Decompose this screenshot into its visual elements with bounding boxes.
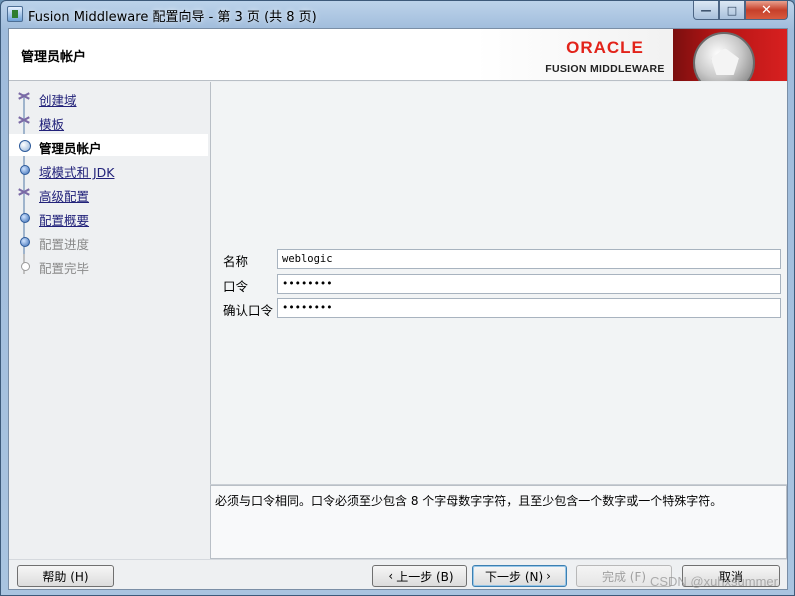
next-button[interactable]: 下一步 (N) › xyxy=(472,565,567,587)
confirm-password-row: 确认口令 xyxy=(219,298,784,318)
page-title: 管理员帐户 xyxy=(21,50,87,65)
oracle-wordmark: ORACLE xyxy=(566,38,644,57)
password-label: 口令 xyxy=(223,279,249,294)
name-label: 名称 xyxy=(223,254,249,269)
name-row: 名称 xyxy=(219,249,784,269)
step-dot-icon xyxy=(18,211,30,223)
step-config-progress: 配置进度 xyxy=(9,230,208,252)
header-band: 管理员帐户 ORACLE FUSION MIDDLEWARE xyxy=(9,29,787,81)
chevron-right-icon: › xyxy=(546,569,551,583)
app-icon xyxy=(7,6,23,22)
next-button-label: 下一步 (N) xyxy=(485,569,544,584)
step-templates[interactable]: 模板 xyxy=(9,110,208,132)
step-done-icon xyxy=(18,115,30,127)
step-label: 配置完毕 xyxy=(39,261,90,276)
step-dot-icon xyxy=(18,235,30,247)
step-current-icon xyxy=(18,139,31,152)
password-input[interactable] xyxy=(277,274,781,294)
step-config-summary[interactable]: 配置概要 xyxy=(9,206,208,228)
oracle-logo: ORACLE FUSION MIDDLEWARE xyxy=(540,38,670,76)
password-row: 口令 xyxy=(219,274,784,294)
step-label: 管理员帐户 xyxy=(39,141,102,156)
name-input[interactable] xyxy=(277,249,781,269)
window-controls: — □ ✕ xyxy=(693,1,788,20)
chevron-left-icon: ‹ xyxy=(388,569,394,583)
step-label: 配置概要 xyxy=(39,213,90,228)
message-panel: 必须与口令相同。口令必须至少包含 8 个字母数字字符，且至少包含一个数字或一个特… xyxy=(210,485,787,559)
previous-button[interactable]: ‹ 上一步 (B) xyxy=(372,565,467,587)
step-label: 高级配置 xyxy=(39,189,90,204)
watermark: CSDN @xuhxsummer xyxy=(649,574,778,589)
validation-message: 必须与口令相同。口令必须至少包含 8 个字母数字字符，且至少包含一个数字或一个特… xyxy=(215,494,723,508)
fusion-middleware-label: FUSION MIDDLEWARE xyxy=(545,63,665,75)
step-create-domain[interactable]: 创建域 xyxy=(9,86,208,108)
step-dot-icon xyxy=(18,163,30,175)
step-label: 模板 xyxy=(39,117,65,132)
title-bar[interactable]: Fusion Middleware 配置向导 - 第 3 页 (共 8 页) —… xyxy=(1,1,794,27)
confirm-password-input[interactable] xyxy=(277,298,781,318)
help-button[interactable]: 帮助 (H) xyxy=(17,565,114,587)
step-done-icon xyxy=(18,91,30,103)
wizard-window: Fusion Middleware 配置向导 - 第 3 页 (共 8 页) —… xyxy=(0,0,795,596)
step-admin-account[interactable]: 管理员帐户 xyxy=(9,134,208,156)
maximize-button[interactable]: □ xyxy=(719,1,745,20)
wizard-steps-nav: 创建域 模板 管理员帐户 域模式和 JDK 高级配置 配置概要 配置进度 配置完… xyxy=(9,82,209,558)
step-config-complete: 配置完毕 xyxy=(9,254,208,276)
confirm-password-label: 确认口令 xyxy=(223,303,274,318)
client-area: 管理员帐户 ORACLE FUSION MIDDLEWARE 创建域 模板 管理… xyxy=(8,28,788,590)
previous-button-label: 上一步 (B) xyxy=(396,569,454,584)
step-label: 创建域 xyxy=(39,93,77,108)
help-button-label: 帮助 (H) xyxy=(42,569,89,584)
minimize-button[interactable]: — xyxy=(693,1,719,20)
step-label: 配置进度 xyxy=(39,237,90,252)
window-title: Fusion Middleware 配置向导 - 第 3 页 (共 8 页) xyxy=(28,10,317,25)
step-label: 域模式和 JDK xyxy=(39,165,115,180)
finish-button-label: 完成 (F) xyxy=(601,569,647,584)
step-pending-icon xyxy=(18,259,30,271)
header-graphic xyxy=(673,29,787,81)
step-advanced-config[interactable]: 高级配置 xyxy=(9,182,208,204)
content-panel: 名称 口令 确认口令 xyxy=(210,82,787,484)
step-done-icon xyxy=(18,187,30,199)
step-domain-mode-jdk[interactable]: 域模式和 JDK xyxy=(9,158,208,180)
close-button[interactable]: ✕ xyxy=(745,1,788,20)
